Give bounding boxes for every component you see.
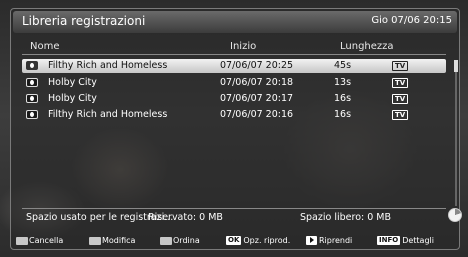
page-title: Libreria registrazioni [22, 14, 146, 28]
recording-length: 16s [334, 109, 352, 120]
recording-start: 07/06/07 20:18 [220, 77, 294, 88]
ok-key-icon: OK [226, 236, 242, 245]
legend-label: Riprendi [319, 236, 353, 245]
clock: Gio 07/06 20:15 [371, 15, 452, 26]
disk-usage-icon [448, 208, 462, 222]
legend-label: Ordina [173, 236, 200, 245]
recording-start: 07/06/07 20:25 [220, 60, 294, 71]
scrollbar-track[interactable] [455, 60, 457, 206]
info-key-icon: INFO [377, 236, 401, 245]
recording-name: Filthy Rich and Homeless [48, 60, 168, 71]
recording-name: Holby City [48, 77, 97, 88]
legend-label: Dettagli [402, 236, 434, 245]
recording-name: Filthy Rich and Homeless [48, 109, 168, 120]
tv-badge-icon: TV [392, 61, 409, 71]
eye-icon [26, 61, 38, 70]
recording-row[interactable]: Holby City 07/06/07 20:18 13s TV [22, 76, 446, 90]
eye-icon [26, 94, 38, 103]
legend-edit[interactable]: Modifica [89, 236, 135, 248]
legend-label: Opz. riprod. [243, 236, 291, 245]
tv-badge-icon: TV [392, 110, 409, 120]
legend-details[interactable]: INFO Dettagli [377, 236, 434, 248]
recording-row[interactable]: Filthy Rich and Homeless 07/06/07 20:25 … [22, 59, 446, 73]
legend-sort[interactable]: Ordina [160, 236, 200, 248]
recording-row[interactable]: Holby City 07/06/07 20:17 16s TV [22, 92, 446, 106]
tv-badge-icon: TV [392, 94, 409, 104]
recording-name: Holby City [48, 93, 97, 104]
recording-length: 45s [334, 60, 352, 71]
legend-play-options[interactable]: OK Opz. riprod. [226, 236, 290, 248]
yellow-key-icon [160, 236, 172, 245]
header-divider [22, 54, 446, 55]
column-header-name[interactable]: Nome [30, 41, 60, 52]
play-key-icon [306, 236, 317, 245]
green-key-icon [89, 236, 101, 245]
legend-label: Modifica [102, 236, 136, 245]
free-space: Spazio libero: 0 MB [300, 212, 392, 223]
recording-length: 13s [334, 77, 352, 88]
scrollbar-thumb[interactable] [454, 60, 458, 72]
red-key-icon [16, 236, 28, 245]
legend-resume[interactable]: Riprendi [306, 236, 352, 248]
recording-start: 07/06/07 20:17 [220, 93, 294, 104]
eye-icon [26, 110, 38, 119]
tv-badge-icon: TV [392, 78, 409, 88]
column-header-length[interactable]: Lunghezza [340, 41, 394, 52]
eye-icon [26, 78, 38, 87]
recording-start: 07/06/07 20:16 [220, 109, 294, 120]
legend-delete[interactable]: Cancella [16, 236, 63, 248]
recording-length: 16s [334, 93, 352, 104]
reserved-space: Riservato: 0 MB [148, 212, 223, 223]
recording-row[interactable]: Filthy Rich and Homeless 07/06/07 20:16 … [22, 108, 446, 122]
legend-label: Cancella [29, 236, 64, 245]
column-header-start[interactable]: Inizio [230, 41, 256, 52]
status-divider [22, 208, 446, 209]
